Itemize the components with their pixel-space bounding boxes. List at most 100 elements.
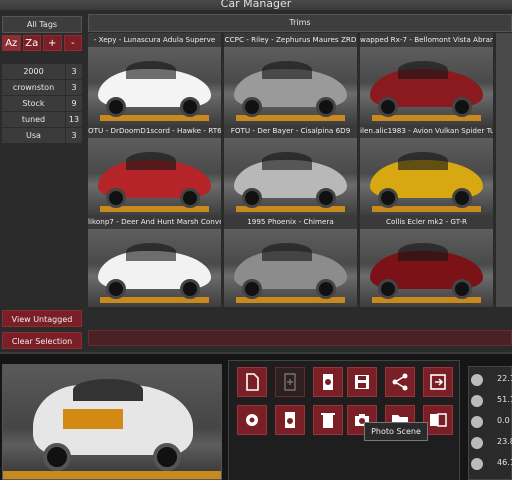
wheel: [106, 279, 126, 299]
wheel: [452, 279, 472, 299]
car-window: [262, 61, 312, 79]
add-tag-button[interactable]: +: [43, 35, 62, 51]
tag-row[interactable]: Usa 3: [2, 128, 82, 143]
trim-card-partial[interactable]: [496, 33, 512, 125]
add-file-button[interactable]: [275, 367, 305, 397]
stat-value: 46.1: [497, 458, 512, 467]
edit-gear-button[interactable]: [237, 405, 267, 435]
remove-tag-button[interactable]: -: [63, 35, 82, 51]
tag-count: 9: [66, 96, 82, 111]
car-window: [126, 61, 176, 79]
stat-row: 0.0: [469, 413, 512, 431]
wheel: [242, 97, 262, 117]
settings-file-button[interactable]: [313, 367, 343, 397]
preview-car-window: [73, 379, 143, 401]
trims-header: Trims: [88, 14, 512, 32]
trim-card[interactable]: OTU - DrDoomD1scord - Hawke - RT6: [88, 124, 221, 216]
share-icon: [392, 373, 408, 391]
trim-card[interactable]: 1995 Phoenix - Chimera: [224, 215, 357, 307]
file-gear-icon: [285, 412, 295, 428]
sort-za-button[interactable]: Za: [22, 35, 41, 51]
tag-count: 13: [66, 112, 82, 127]
trim-label: - Xepy - Lunascura Adula Superve: [88, 33, 221, 47]
tag-count: 3: [66, 64, 82, 79]
wheel: [452, 97, 472, 117]
trim-thumbnail: [88, 138, 221, 216]
stat-value: 51.1: [497, 395, 512, 404]
trims-scrollbar[interactable]: [88, 330, 512, 346]
car-stats-panel: 22.1 51.1 0.0 23.8 46.1: [468, 366, 512, 480]
trash-button[interactable]: [313, 405, 343, 435]
stat-row: 46.1: [469, 455, 512, 473]
tag-count: 3: [66, 80, 82, 95]
trim-thumbnail: [224, 138, 357, 216]
trim-label: 1995 Phoenix - Chimera: [224, 215, 357, 229]
car-window: [126, 152, 176, 170]
weight-icon: [471, 458, 483, 470]
new-file-icon: [246, 373, 259, 391]
trim-card-partial[interactable]: [496, 124, 512, 216]
tag-row[interactable]: 2000 3: [2, 64, 82, 79]
preview-wheel: [43, 443, 71, 471]
trim-label: Collis Ecler mk2 - GT-R: [360, 215, 493, 229]
settings-file-icon: [323, 374, 333, 390]
trim-thumbnail: [360, 229, 493, 307]
photo-scene-tooltip: Photo Scene: [364, 422, 428, 441]
wheel: [378, 279, 398, 299]
wheel: [378, 188, 398, 208]
stat-value: 22.1: [497, 374, 512, 383]
trim-thumbnail: [88, 229, 221, 307]
trim-card-partial[interactable]: [496, 215, 512, 307]
trim-thumbnail: [360, 47, 493, 125]
trim-card[interactable]: - Xepy - Lunascura Adula Superve: [88, 33, 221, 125]
save-button[interactable]: [347, 367, 377, 397]
bottom-panel: 22.1 51.1 0.0 23.8 46.1: [0, 352, 512, 480]
new-file-button[interactable]: [237, 367, 267, 397]
tag-panel: All Tags Az Za + - 2000 3 crownston 3 St…: [0, 14, 84, 349]
stat-value: 23.8: [497, 437, 512, 446]
trim-label: likonp7 - Deer And Hunt Marsh Conve: [88, 215, 221, 229]
view-untagged-button[interactable]: View Untagged: [2, 310, 82, 327]
edit-gear-icon: [246, 414, 258, 426]
tag-row[interactable]: Stock 9: [2, 96, 82, 111]
export-icon: [430, 374, 446, 390]
file-gear-button[interactable]: [275, 405, 305, 435]
transfer-icon: [430, 413, 447, 427]
wheel: [106, 188, 126, 208]
trims-grid: Nisoku - Sakura SX100 Gr.5FOTU - Xepy - …: [88, 33, 512, 328]
wheel: [180, 188, 200, 208]
all-tags-header[interactable]: All Tags: [2, 16, 82, 33]
save-icon: [355, 375, 369, 389]
add-file-icon: [284, 373, 296, 391]
tag-row[interactable]: crownston 3: [2, 80, 82, 95]
wheel: [180, 97, 200, 117]
trim-label: wapped Rx-7 - Bellomont Vista Abram: [360, 33, 493, 47]
trim-card[interactable]: Collis Ecler mk2 - GT-R: [360, 215, 493, 307]
trim-label: OTU - DrDoomD1scord - Hawke - RT6: [88, 124, 221, 138]
preview-car-stripe: [63, 409, 123, 429]
trim-card[interactable]: CCPC - Riley - Zephurus Maures ZRD: [224, 33, 357, 125]
sort-az-button[interactable]: Az: [2, 35, 21, 51]
tag-name: Usa: [2, 128, 66, 143]
share-button[interactable]: [385, 367, 415, 397]
clear-selection-button[interactable]: Clear Selection: [2, 332, 82, 349]
trim-card[interactable]: wapped Rx-7 - Bellomont Vista Abram: [360, 33, 493, 125]
trim-card[interactable]: FOTU - Der Bayer - Cisalpina 6D9: [224, 124, 357, 216]
trim-card[interactable]: likonp7 - Deer And Hunt Marsh Conve: [88, 215, 221, 307]
tag-count: 3: [66, 128, 82, 143]
wheel: [242, 188, 262, 208]
car-window: [126, 243, 176, 261]
wheel: [242, 279, 262, 299]
tag-row[interactable]: tuned 13: [2, 112, 82, 127]
tyre-icon: [471, 437, 483, 449]
wheel: [106, 97, 126, 117]
stat-row: 51.1: [469, 392, 512, 410]
wheel: [316, 279, 336, 299]
tag-name: tuned: [2, 112, 66, 127]
car-window: [262, 152, 312, 170]
preview-wheel: [153, 443, 181, 471]
stat-row: 22.1: [469, 371, 512, 389]
trim-card[interactable]: ilen.alic1983 - Avion Vulkan Spider Tur: [360, 124, 493, 216]
wheel: [378, 97, 398, 117]
export-button[interactable]: [423, 367, 453, 397]
